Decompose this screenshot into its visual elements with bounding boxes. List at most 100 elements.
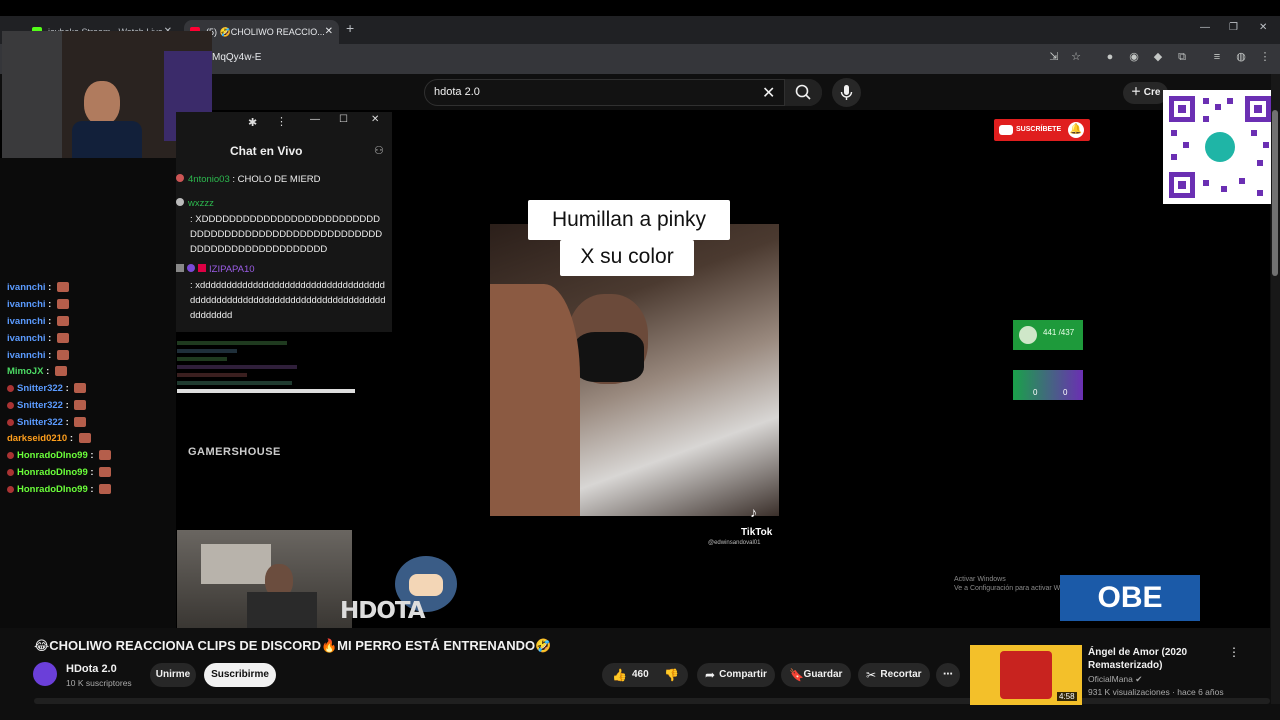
share-button[interactable]: ➦ Compartir (697, 663, 775, 687)
minimize-icon[interactable]: — (310, 114, 320, 125)
user-icon[interactable]: ⚇ (374, 144, 384, 157)
emote-icon (99, 450, 112, 461)
hair-shape (490, 284, 580, 516)
chat-line: HonradoDIno99 : (7, 484, 112, 495)
chat-message: wxzzz (176, 198, 214, 209)
chat-user: ivannchi (7, 350, 46, 361)
search-input[interactable]: hdota 2.0 (434, 86, 480, 98)
kebab-icon[interactable]: ⋮ (276, 115, 287, 128)
chat-line: Snitter322 : (7, 417, 87, 428)
menu-icon[interactable]: ⋮ (1259, 51, 1271, 63)
scrollbar-thumb[interactable] (1272, 110, 1278, 276)
save-label: Guardar (803, 669, 843, 680)
chat-user: HonradoDIno99 (17, 450, 88, 461)
badge-icon (187, 264, 195, 272)
recommendation-title[interactable]: Ángel de Amor (2020 Remasterizado) (1088, 646, 1218, 672)
counter-widget: 441 /437 (1013, 320, 1083, 350)
subscriber-count: 10 K suscriptores (66, 678, 132, 688)
subscribe-button[interactable]: Suscribirme (204, 663, 276, 687)
badge-icon (7, 485, 14, 493)
close-window-icon[interactable]: ✕ (1259, 22, 1267, 33)
chat-line: ivannchi : (7, 316, 69, 327)
chat-text: : XDDDDDDDDDDDDDDDDDDDDDDDDDDDDDDDDDDDDD… (190, 214, 383, 255)
chat-line: Snitter322 : (7, 400, 87, 411)
chat-user: ivannchi (7, 316, 46, 327)
tiktok-handle: @edwinsandoval01 (708, 540, 761, 546)
badge-icon (7, 401, 14, 409)
chat-line: HonradoDIno99 : (7, 467, 112, 478)
face-mask (574, 332, 644, 382)
emote-icon (74, 383, 87, 394)
recommendation-channel[interactable]: OficialMana ✔ (1088, 674, 1142, 685)
create-button[interactable]: ＋ Cre (1123, 82, 1169, 104)
avatar (1019, 326, 1037, 344)
channel-name: OficialMana (1088, 674, 1133, 684)
avatar[interactable] (33, 662, 57, 686)
tiktok-icon: ♪ (750, 504, 757, 520)
person-body (247, 592, 317, 628)
clip-button[interactable]: ✂ Recortar (858, 663, 930, 687)
youtube-logo-icon (999, 125, 1013, 135)
faint-line (177, 373, 247, 377)
thumbs-down-icon[interactable]: 👎 (664, 663, 679, 687)
yape-qr-code (1163, 90, 1277, 204)
video-duration: 4:58 (1057, 692, 1077, 701)
extension-icon[interactable]: ◆ (1152, 51, 1164, 63)
subscribe-overlay: SUSCRÍBETE 🔔 (994, 119, 1090, 141)
verified-icon: ✔ (1135, 674, 1143, 684)
chat-user: HonradoDIno99 (17, 484, 88, 495)
save-button[interactable]: 🔖 Guardar (781, 663, 851, 687)
scissors-icon: ✂ (866, 668, 877, 682)
emote-icon (99, 484, 112, 495)
chat-line: ivannchi : (7, 299, 69, 310)
create-label: Cre (1143, 87, 1161, 98)
emote-icon (74, 417, 87, 428)
bookmark-star-icon[interactable]: ☆ (1070, 51, 1082, 63)
more-actions-icon[interactable]: ⋯ (936, 663, 960, 687)
profile-icon[interactable]: ◍ (1235, 51, 1247, 63)
extension-icon[interactable]: ● (1104, 51, 1116, 63)
url-text[interactable]: MqQy4w-E (212, 52, 261, 63)
emote-icon (57, 316, 69, 327)
close-icon[interactable]: ✕ (371, 114, 379, 125)
faint-line (177, 381, 292, 385)
mic-icon (840, 85, 853, 100)
emote-icon (57, 350, 69, 361)
thumbs-up-icon: 👍 (612, 668, 627, 682)
badge-icon (176, 264, 184, 272)
tiktok-label: TikTok (741, 527, 773, 538)
media-icon[interactable]: ≡ (1211, 51, 1223, 63)
chat-user: Snitter322 (17, 400, 63, 411)
chat-user: Snitter322 (17, 383, 63, 394)
top-black-bar (0, 0, 1280, 16)
install-icon[interactable]: ⇲ (1048, 51, 1060, 63)
puzzle-icon[interactable]: ✱ (248, 116, 257, 129)
hdota-watermark: HDOTA (340, 598, 426, 624)
chair-shape (2, 31, 62, 158)
description-bar (34, 698, 1270, 704)
chat-message: IZIPAPA10 (176, 264, 255, 275)
restore-icon[interactable]: ☐ (339, 114, 348, 125)
restore-icon[interactable]: ❐ (1229, 22, 1238, 33)
minimize-icon[interactable]: — (1200, 22, 1210, 33)
channel-name[interactable]: HDota 2.0 (66, 663, 117, 675)
clear-icon[interactable]: ✕ (762, 83, 775, 103)
faint-chat-overlay (177, 337, 357, 407)
kebab-icon[interactable]: ⋮ (1228, 645, 1240, 659)
close-icon[interactable]: ✕ (325, 20, 333, 44)
bell-icon: 🔔 (1068, 122, 1084, 138)
emote-icon (57, 299, 69, 310)
extension-icon[interactable]: ◉ (1128, 51, 1140, 63)
emote-icon (78, 433, 91, 444)
chat-line: ivannchi : (7, 282, 69, 293)
mic-button[interactable] (832, 78, 861, 107)
score-right: 0 (1063, 388, 1068, 397)
caption-line-2: X su color (560, 240, 694, 276)
new-tab-icon[interactable]: + (346, 20, 354, 36)
faint-line (177, 349, 237, 353)
like-button[interactable]: 👍 460 👎 (602, 663, 688, 687)
chat-user: ivannchi (7, 299, 46, 310)
join-button[interactable]: Unirme (150, 663, 196, 687)
search-button[interactable] (784, 79, 822, 106)
puzzle-icon[interactable]: ⧉ (1176, 51, 1188, 63)
